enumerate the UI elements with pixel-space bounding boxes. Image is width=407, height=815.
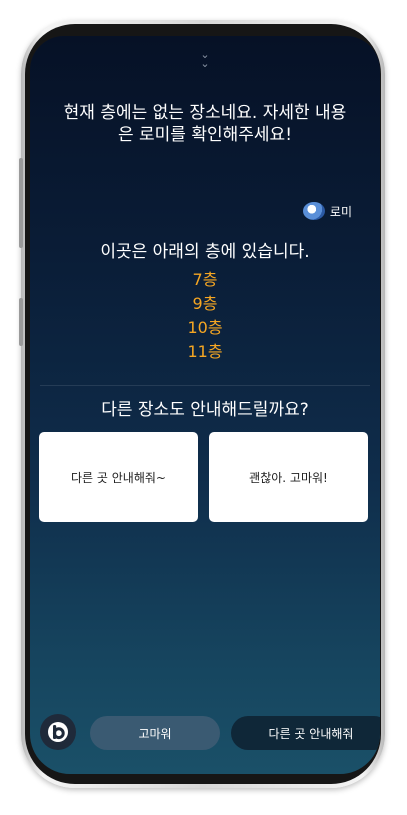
chip-label: 고마워 xyxy=(138,726,172,741)
follow-up-question: 다른 장소도 안내해드릴까요? xyxy=(101,400,309,420)
screen: ⌄ ⌄ 현재 층에는 없는 장소네요. 자세한 내용 은 로미를 확인해주세요! … xyxy=(30,36,380,774)
floor-item: 10층 xyxy=(187,318,223,337)
answer-title: 이곳은 아래의 층에 있습니다. xyxy=(100,242,310,262)
double-chevron-down-icon[interactable]: ⌄ ⌄ xyxy=(30,49,380,69)
bottom-bar: 고마워 다른 곳 안내해줘 xyxy=(30,712,380,752)
divider xyxy=(40,385,370,386)
floor-item: 7층 xyxy=(192,270,218,289)
card-label: 괜찮아. 고마워! xyxy=(249,470,328,485)
floor-list: 7층 9층 10층 11층 xyxy=(30,268,380,364)
guide-another-place-button[interactable]: 다른 곳 안내해줘~ xyxy=(39,432,198,522)
message-line-2: 은 로미를 확인해주세요! xyxy=(117,125,293,145)
speaker-name: 로미 xyxy=(329,204,352,219)
bixby-icon[interactable] xyxy=(40,714,76,750)
floor-item: 9층 xyxy=(192,294,218,313)
speaker-label: 로미 xyxy=(302,202,352,220)
system-message: 현재 층에는 없는 장소네요. 자세한 내용 은 로미를 확인해주세요! xyxy=(34,102,376,146)
chip-label: 다른 곳 안내해줘 xyxy=(268,726,354,741)
robot-avatar-icon xyxy=(302,202,325,220)
bixby-glyph xyxy=(48,722,68,742)
floor-item: 11층 xyxy=(187,342,223,361)
no-thanks-button[interactable]: 괜찮아. 고마워! xyxy=(209,432,368,522)
message-line-1: 현재 층에는 없는 장소네요. 자세한 내용 xyxy=(63,103,347,123)
power-button xyxy=(19,298,23,346)
volume-button xyxy=(19,158,23,248)
answer-block: 이곳은 아래의 층에 있습니다. 7층 9층 10층 11층 xyxy=(30,240,380,364)
thanks-chip[interactable]: 고마워 xyxy=(90,716,220,750)
guide-another-chip[interactable]: 다른 곳 안내해줘 xyxy=(231,716,380,750)
card-label: 다른 곳 안내해줘~ xyxy=(71,470,166,485)
